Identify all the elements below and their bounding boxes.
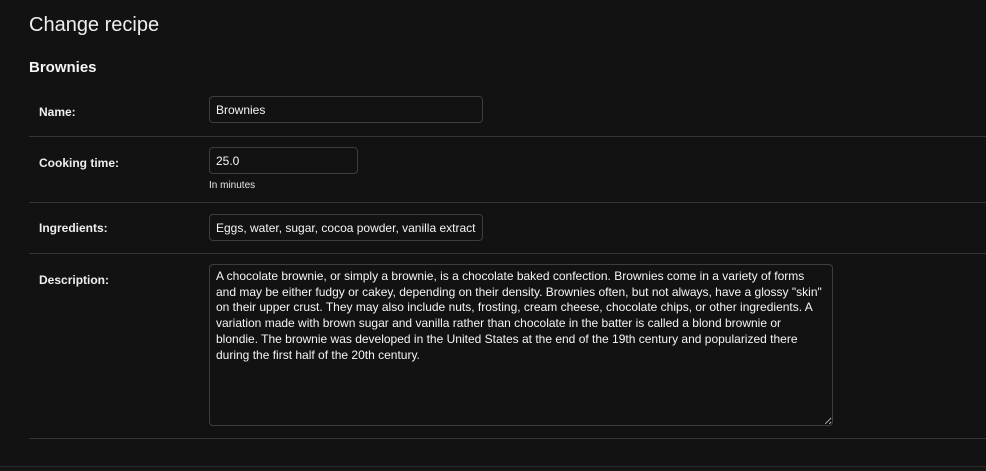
cooking-time-help: In minutes (209, 180, 256, 191)
description-textarea[interactable]: A chocolate brownie, or simply a brownie… (209, 264, 833, 426)
form-row-cooking-time: Cooking time: In minutes (29, 137, 986, 203)
bottom-divider (0, 466, 986, 471)
description-label: Description: (39, 273, 110, 287)
ingredients-input[interactable] (209, 214, 483, 241)
cooking-time-input[interactable] (209, 147, 358, 174)
form-row-description: Description: A chocolate brownie, or sim… (29, 254, 986, 439)
form-row-name: Name: (29, 85, 986, 137)
cooking-time-label: Cooking time: (39, 156, 119, 170)
ingredients-label: Ingredients: (39, 221, 108, 235)
name-input[interactable] (209, 96, 483, 123)
fieldset-title: Brownies (29, 59, 97, 76)
name-label: Name: (39, 105, 76, 119)
form-row-ingredients: Ingredients: (29, 203, 986, 254)
page-title: Change recipe (29, 14, 160, 36)
